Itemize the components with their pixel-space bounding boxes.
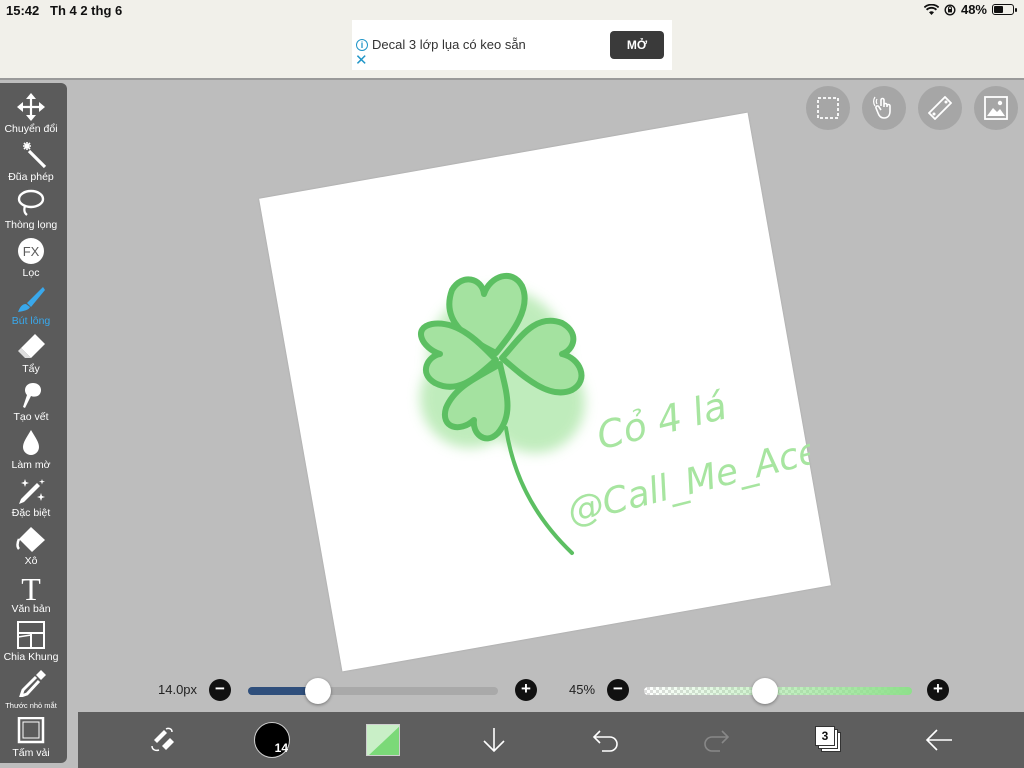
ad-close-icon[interactable]: ✕ bbox=[355, 53, 368, 68]
eraser-icon bbox=[18, 334, 45, 358]
opacity-slider[interactable] bbox=[644, 687, 912, 695]
frame-divider-icon bbox=[17, 621, 45, 649]
caption-line-1: Cỏ 4 lá bbox=[592, 384, 731, 459]
ad-text[interactable]: Decal 3 lớp lụa có keo sẵn bbox=[372, 37, 526, 52]
tool-label: Văn bản bbox=[11, 603, 51, 615]
opacity-knob[interactable] bbox=[751, 678, 778, 704]
ad-info-icon[interactable]: i bbox=[356, 39, 368, 51]
redo-button[interactable] bbox=[702, 728, 730, 752]
svg-text:T: T bbox=[21, 573, 41, 601]
clover-caption: Cỏ 4 lá @Call_Me_Ace bbox=[563, 384, 810, 533]
undo-button[interactable] bbox=[592, 728, 620, 752]
redo-icon bbox=[704, 730, 730, 752]
brush-size-slider[interactable] bbox=[248, 687, 498, 695]
tool-fill[interactable]: Xô bbox=[0, 523, 62, 571]
tool-canvas[interactable]: Tấm vải bbox=[0, 715, 62, 763]
status-time: 15:42 bbox=[6, 3, 40, 18]
ad-banner[interactable]: i Decal 3 lớp lụa có keo sẵn MỞ ✕ bbox=[352, 20, 672, 70]
tool-brush[interactable]: Bút lông bbox=[0, 283, 62, 331]
download-arrow-button[interactable] bbox=[482, 726, 506, 754]
tool-smudge[interactable]: Tạo vết bbox=[0, 379, 62, 427]
brush-size-minus-button[interactable]: − bbox=[209, 679, 231, 701]
hand-gesture-icon bbox=[873, 96, 891, 119]
status-right: 48% bbox=[923, 2, 1017, 17]
tool-frame-divider[interactable]: Chia Khung bbox=[0, 619, 62, 667]
battery-percent: 48% bbox=[960, 2, 987, 17]
opacity-value: 45% bbox=[569, 682, 596, 697]
tool-label: Chia Khung bbox=[3, 651, 59, 663]
brush-size-preview[interactable]: 14 bbox=[254, 722, 290, 758]
opacity-minus-button[interactable]: − bbox=[607, 679, 629, 701]
tool-magic-wand[interactable]: Đũa phép bbox=[0, 139, 62, 187]
fx-icon: FX bbox=[18, 238, 44, 264]
touch-gesture-button[interactable] bbox=[862, 86, 906, 130]
tool-label: Tấm vải bbox=[12, 747, 50, 759]
ad-open-button[interactable]: MỞ bbox=[610, 31, 664, 59]
bottom-toolbar: 14 3 bbox=[78, 712, 1024, 768]
opacity-plus-button[interactable]: + bbox=[927, 679, 949, 701]
arrow-down-icon bbox=[483, 728, 505, 753]
blur-drop-icon bbox=[23, 430, 39, 455]
eyedropper-icon bbox=[19, 670, 46, 697]
battery-icon bbox=[992, 4, 1017, 15]
status-date: Th 4 2 thg 6 bbox=[50, 3, 123, 18]
brush-size-badge: 14 bbox=[274, 741, 288, 755]
tool-label: Chuyển đổi bbox=[4, 123, 58, 135]
tool-label: Bút lông bbox=[11, 315, 51, 327]
tool-eraser[interactable]: Tẩy bbox=[0, 331, 62, 379]
reference-image-button[interactable] bbox=[974, 86, 1018, 130]
tool-label: Đũa phép bbox=[8, 171, 54, 183]
tool-text[interactable]: T Văn bản bbox=[0, 571, 62, 619]
selection-button[interactable] bbox=[806, 86, 850, 130]
bucket-icon bbox=[16, 527, 45, 552]
tool-palette: Chuyển đổi Đũa phép Thòng lọng FX Lọc Bú… bbox=[0, 83, 67, 763]
move-arrows-icon bbox=[17, 93, 45, 121]
ruler-icon bbox=[928, 96, 952, 120]
arrow-left-icon bbox=[925, 729, 952, 751]
tool-eyedropper[interactable]: Thước nhỏ mắt bbox=[0, 667, 62, 715]
tool-label: Tẩy bbox=[22, 363, 40, 375]
svg-text:FX: FX bbox=[23, 244, 40, 259]
text-icon: T bbox=[21, 573, 41, 601]
color-swatch-icon bbox=[367, 725, 399, 755]
sparkle-pen-icon bbox=[19, 479, 45, 504]
tool-label: Lọc bbox=[22, 267, 40, 279]
swap-tools-button[interactable] bbox=[148, 726, 176, 754]
tool-special[interactable]: Đặc biệt bbox=[0, 475, 62, 523]
tool-label: Làm mờ bbox=[11, 459, 51, 471]
clover-artwork: Cỏ 4 lá @Call_Me_Ace bbox=[418, 272, 810, 555]
magic-wand-icon bbox=[23, 142, 47, 169]
brush-size-plus-button[interactable]: + bbox=[515, 679, 537, 701]
tool-label: Tạo vết bbox=[13, 411, 49, 423]
color-picker-button[interactable] bbox=[366, 724, 400, 756]
tool-lasso[interactable]: Thòng lọng bbox=[0, 187, 62, 235]
orientation-lock-icon bbox=[944, 3, 956, 16]
brush-size-knob[interactable] bbox=[305, 678, 331, 704]
lasso-icon bbox=[17, 189, 45, 216]
brush-icon bbox=[18, 287, 45, 312]
tool-blur[interactable]: Làm mờ bbox=[0, 427, 62, 475]
tool-transform[interactable]: Chuyển đổi bbox=[0, 91, 62, 139]
tool-label: Thòng lọng bbox=[4, 219, 58, 231]
tool-label: Đặc biệt bbox=[11, 507, 51, 519]
back-button[interactable] bbox=[924, 728, 954, 752]
image-reference-icon bbox=[984, 96, 1008, 120]
brush-size-value: 14.0px bbox=[158, 682, 198, 697]
layer-count: 3 bbox=[821, 729, 829, 743]
smudge-icon bbox=[23, 383, 41, 408]
wifi-icon bbox=[923, 3, 939, 15]
ad-bar: i Decal 3 lớp lụa có keo sẵn MỞ ✕ bbox=[0, 20, 1024, 80]
status-bar: 15:42 Th 4 2 thg 6 48% bbox=[0, 0, 1024, 20]
tool-filter[interactable]: FX Lọc bbox=[0, 235, 62, 283]
ruler-button[interactable] bbox=[918, 86, 962, 130]
undo-icon bbox=[592, 730, 618, 752]
tool-label: Thước nhỏ mắt bbox=[5, 701, 57, 710]
selection-icon bbox=[817, 97, 839, 119]
swap-tools-icon bbox=[151, 727, 174, 752]
layers-button[interactable]: 3 bbox=[815, 726, 843, 754]
canvas-icon bbox=[17, 717, 45, 744]
tool-label: Xô bbox=[24, 555, 38, 567]
